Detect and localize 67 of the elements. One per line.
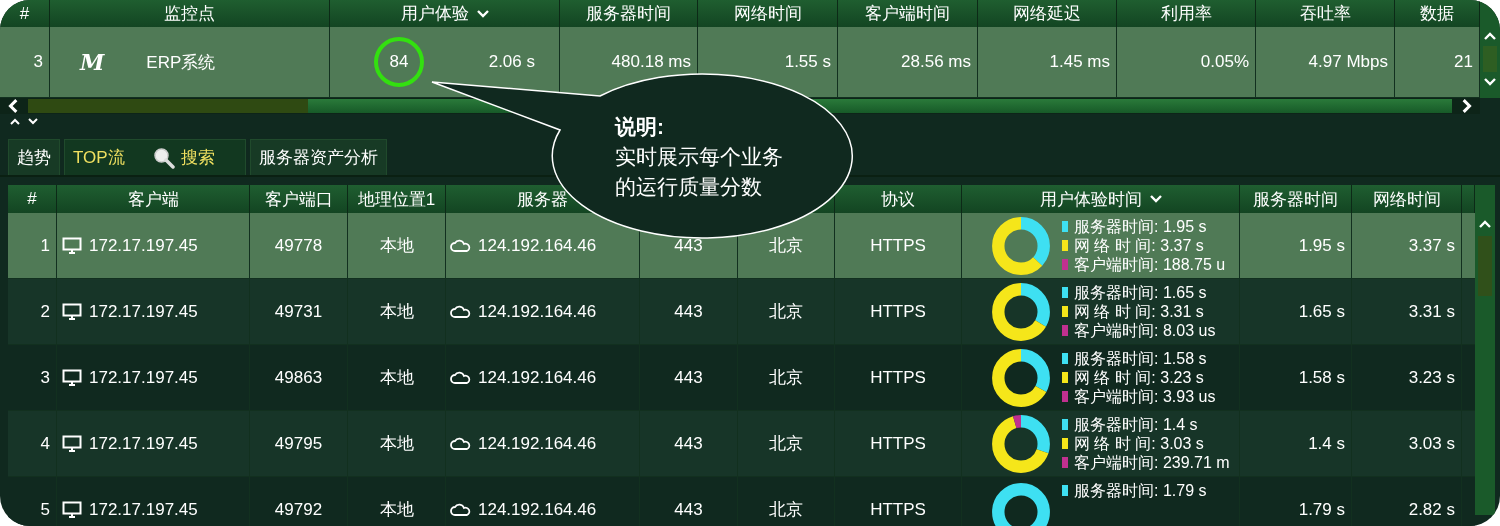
legend-label: 服务器时间: 1.58 s [1074,349,1207,368]
legend-label: 客户端时间: 188.75 u [1074,255,1226,274]
collapse-up-icon[interactable] [10,118,20,125]
table-row[interactable]: 5 172.17.197.45 49792 本地 124.192.164.46 443 北京 HTTPS 服务器时间: 1.79 s 1.79 s 2.82 s [8,477,1475,526]
table-row[interactable]: 3 172.17.197.45 49863 本地 124.192.164.46 443 北京 HTTPS 服务器时间: 1.58 s 网 络 时 间: 3.23 s 客户端时间: 3.93 us 1.58 s 3.23 s [8,345,1475,411]
table-cell: 443 [640,477,738,526]
legend-label: 网 络 时 间: 3.03 s [1074,434,1204,453]
server-address: 124.192.164.46 [478,301,597,322]
legend-label: 服务器时间: 1.79 s [1074,481,1207,500]
callout-title: 说明: [615,114,665,140]
table-cell: 北京 [738,477,835,526]
table-row[interactable]: 4 172.17.197.45 49795 本地 124.192.164.46 443 北京 HTTPS 服务器时间: 1.4 s 网 络 时 间: 3.03 s 客户端时间: 239.71 m 1.4 s 3.03 s [8,411,1475,477]
legend-label: 服务器时间: 1.95 s [1074,217,1207,236]
legend-label: 客户端时间: 8.03 us [1074,321,1216,340]
donut-drawing [990,214,1052,277]
server-address: 124.192.164.46 [478,235,597,256]
server-address: 124.192.164.46 [478,433,597,454]
vertical-scrollbar[interactable] [1480,0,1500,98]
client-address: 172.17.197.45 [89,433,198,454]
monitor-icon [61,500,83,519]
legend-label: 服务器时间: 1.65 s [1074,283,1207,302]
client-address: 172.17.197.45 [89,235,198,256]
chevron-down-icon [1149,195,1162,203]
legend-label: 网 络 时 间: 3.23 s [1074,368,1204,387]
vertical-scrollbar[interactable] [1475,185,1495,515]
client-address: 172.17.197.45 [89,367,198,388]
legend-label: 客户端时间: 3.93 us [1074,387,1216,406]
monitor-icon [61,368,83,387]
search-icon [152,146,175,169]
table-row[interactable]: 3 M ERP系统 84 2.06 s 480.18 ms 1.55 s 28.56 ms 1.45 ms 0.05% 4.97 Mbps 21 [0,27,1480,98]
experience-time: 2.06 s [488,52,535,72]
score-ring: 84 [374,37,424,87]
monitor-icon [61,236,83,255]
server-address: 124.192.164.46 [478,367,597,388]
scroll-up-icon[interactable] [1484,32,1496,40]
donut-drawing [990,346,1052,409]
table-cell: 5 [8,477,57,526]
server-address: 124.192.164.46 [478,499,597,520]
monitor-icon [61,434,83,453]
search-button[interactable]: 搜索 [152,146,215,169]
legend-label: 网 络 时 间: 3.31 s [1074,302,1204,321]
legend-label: 网 络 时 间: 3.37 s [1074,236,1204,255]
tab[interactable]: 趋势 [8,139,60,175]
donut-drawing [990,412,1052,475]
client-address: 172.17.197.45 [89,499,198,520]
scroll-up-icon[interactable] [1479,220,1491,228]
chevron-down-icon [476,9,489,18]
table-row[interactable]: 1 172.17.197.45 49778 本地 124.192.164.46 443 北京 HTTPS 服务器时间: 1.95 s 网 络 时 间: 3.37 s 客户端时间: 188.75 u 1.95 s 3.37 s [8,213,1475,279]
logo: M [80,49,105,75]
table-row[interactable]: 2 172.17.197.45 49731 本地 124.192.164.46 443 北京 HTTPS 服务器时间: 1.65 s 网 络 时 间: 3.31 s 客户端时间: 8.03 us 1.65 s 3.31 s [8,279,1475,345]
table-cell: 2.82 s [1352,477,1462,526]
table-cell: 1.79 s [1240,477,1352,526]
expand-down-icon[interactable] [28,118,38,125]
legend-label: 服务器时间: 1.4 s [1074,415,1198,434]
monitor-icon [61,302,83,321]
monitor-name: ERP系统 [146,51,216,74]
tab[interactable]: 服务器资产分析 [249,139,387,175]
table-cell: HTTPS [835,477,962,526]
callout-text: 实时展示每个业务 [615,144,783,170]
donut-drawing [990,280,1052,343]
scroll-down-icon[interactable] [1484,78,1496,86]
donut-drawing [990,481,1052,526]
table-cell: 49792 [250,477,348,526]
legend-label: 客户端时间: 239.71 m [1074,453,1230,472]
tab[interactable]: TOP流 搜索 [64,139,246,175]
client-address: 172.17.197.45 [89,301,198,322]
table-cell: 本地 [348,477,446,526]
